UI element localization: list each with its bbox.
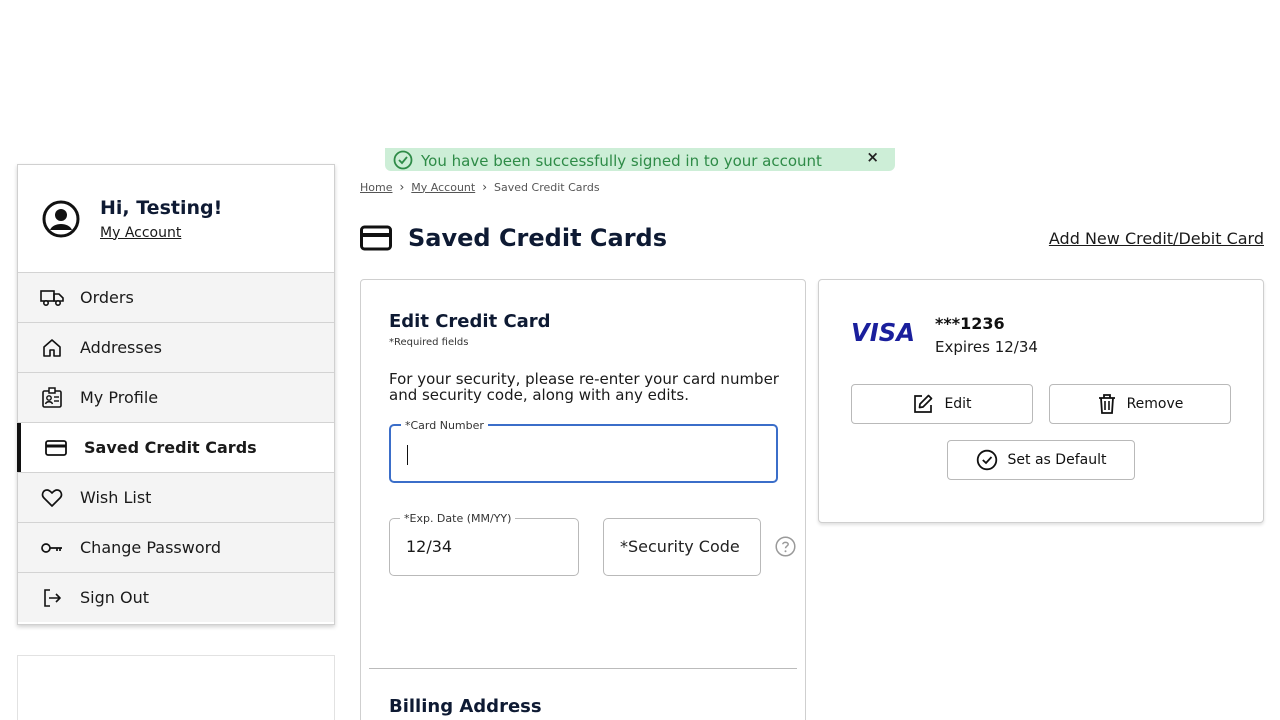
sign-out-icon [40, 587, 64, 609]
card-expiration: Expires 12/34 [935, 338, 1038, 356]
sidebar-item-label: Addresses [80, 338, 162, 357]
check-circle-icon [393, 150, 413, 170]
breadcrumb-current: Saved Credit Cards [494, 180, 600, 194]
sidebar-item-label: Sign Out [80, 588, 149, 607]
sidebar-item-saved-credit-cards[interactable]: Saved Credit Cards [17, 422, 334, 472]
security-code-placeholder: *Security Code [620, 537, 740, 556]
credit-card-icon [44, 437, 68, 459]
remove-card-button[interactable]: Remove [1049, 384, 1231, 424]
success-toast: You have been successfully signed in to … [385, 148, 895, 171]
visa-logo-icon: VISA [851, 318, 915, 346]
sidebar-item-orders[interactable]: Orders [18, 272, 334, 322]
expiration-date-field[interactable]: *Exp. Date (MM/YY) 12/34 [389, 512, 579, 576]
card-number-field[interactable]: *Card Number [389, 419, 778, 483]
sidebar-item-label: Change Password [80, 538, 222, 557]
sidebar-item-sign-out[interactable]: Sign Out [18, 572, 334, 622]
saved-card-panel: VISA ***1236 Expires 12/34 Edit Remove S… [818, 279, 1264, 523]
add-new-card-link[interactable]: Add New Credit/Debit Card [1049, 229, 1264, 248]
edit-card-title: Edit Credit Card [389, 311, 551, 332]
page-header: Saved Credit Cards [360, 224, 667, 252]
credit-card-icon [360, 225, 392, 251]
sidebar-item-label: My Profile [80, 388, 159, 407]
sidebar-secondary-panel [17, 655, 335, 720]
greeting-text: Hi, Testing! [100, 196, 223, 219]
sidebar-item-my-profile[interactable]: My Profile [18, 372, 334, 422]
close-icon[interactable]: × [866, 148, 879, 166]
sidebar-item-label: Wish List [80, 488, 152, 507]
trash-icon [1098, 394, 1115, 414]
remove-button-label: Remove [1126, 396, 1184, 412]
help-question-icon[interactable] [775, 536, 796, 557]
home-icon [40, 337, 64, 359]
svg-text:VISA: VISA [851, 318, 915, 346]
chevron-right-icon: › [482, 180, 488, 194]
expiration-date-label: *Exp. Date (MM/YY) [400, 512, 516, 525]
account-sidebar: Hi, Testing! My Account Orders Addresses… [17, 164, 335, 625]
sidebar-item-wish-list[interactable]: Wish List [18, 472, 334, 522]
security-code-field[interactable]: *Security Code [603, 518, 761, 576]
toast-message: You have been successfully signed in to … [421, 152, 822, 170]
security-note: For your security, please re-enter your … [389, 370, 779, 404]
user-avatar-icon [42, 200, 80, 237]
edit-button-label: Edit [944, 396, 972, 412]
text-caret [407, 445, 408, 465]
section-divider [369, 668, 797, 669]
heart-icon [40, 487, 64, 509]
page-title: Saved Credit Cards [408, 224, 668, 252]
edit-credit-card-panel: Edit Credit Card *Required fields For yo… [360, 279, 806, 720]
sidebar-item-label: Orders [80, 288, 134, 307]
sidebar-item-addresses[interactable]: Addresses [18, 322, 334, 372]
expiration-date-value: 12/34 [406, 537, 453, 556]
key-icon [40, 537, 64, 559]
billing-address-title: Billing Address [389, 696, 542, 717]
sidebar-item-change-password[interactable]: Change Password [18, 522, 334, 572]
check-circle-icon [976, 449, 997, 471]
sidebar-item-label: Saved Credit Cards [84, 438, 257, 457]
breadcrumb: Home › My Account › Saved Credit Cards [360, 180, 600, 194]
card-number-label: *Card Number [401, 419, 488, 432]
edit-icon [914, 394, 933, 413]
chevron-right-icon: › [399, 180, 405, 194]
required-fields-note: *Required fields [389, 337, 469, 348]
my-account-link[interactable]: My Account [100, 225, 181, 241]
breadcrumb-home-link[interactable]: Home [360, 181, 392, 194]
edit-card-button[interactable]: Edit [851, 384, 1033, 424]
set-default-button[interactable]: Set as Default [947, 440, 1135, 480]
masked-card-number: ***1236 [935, 314, 1005, 333]
set-default-label: Set as Default [1007, 452, 1107, 468]
greeting-panel: Hi, Testing! My Account [18, 165, 334, 272]
profile-badge-icon [40, 386, 64, 409]
breadcrumb-account-link[interactable]: My Account [411, 181, 475, 194]
truck-icon [40, 287, 64, 309]
